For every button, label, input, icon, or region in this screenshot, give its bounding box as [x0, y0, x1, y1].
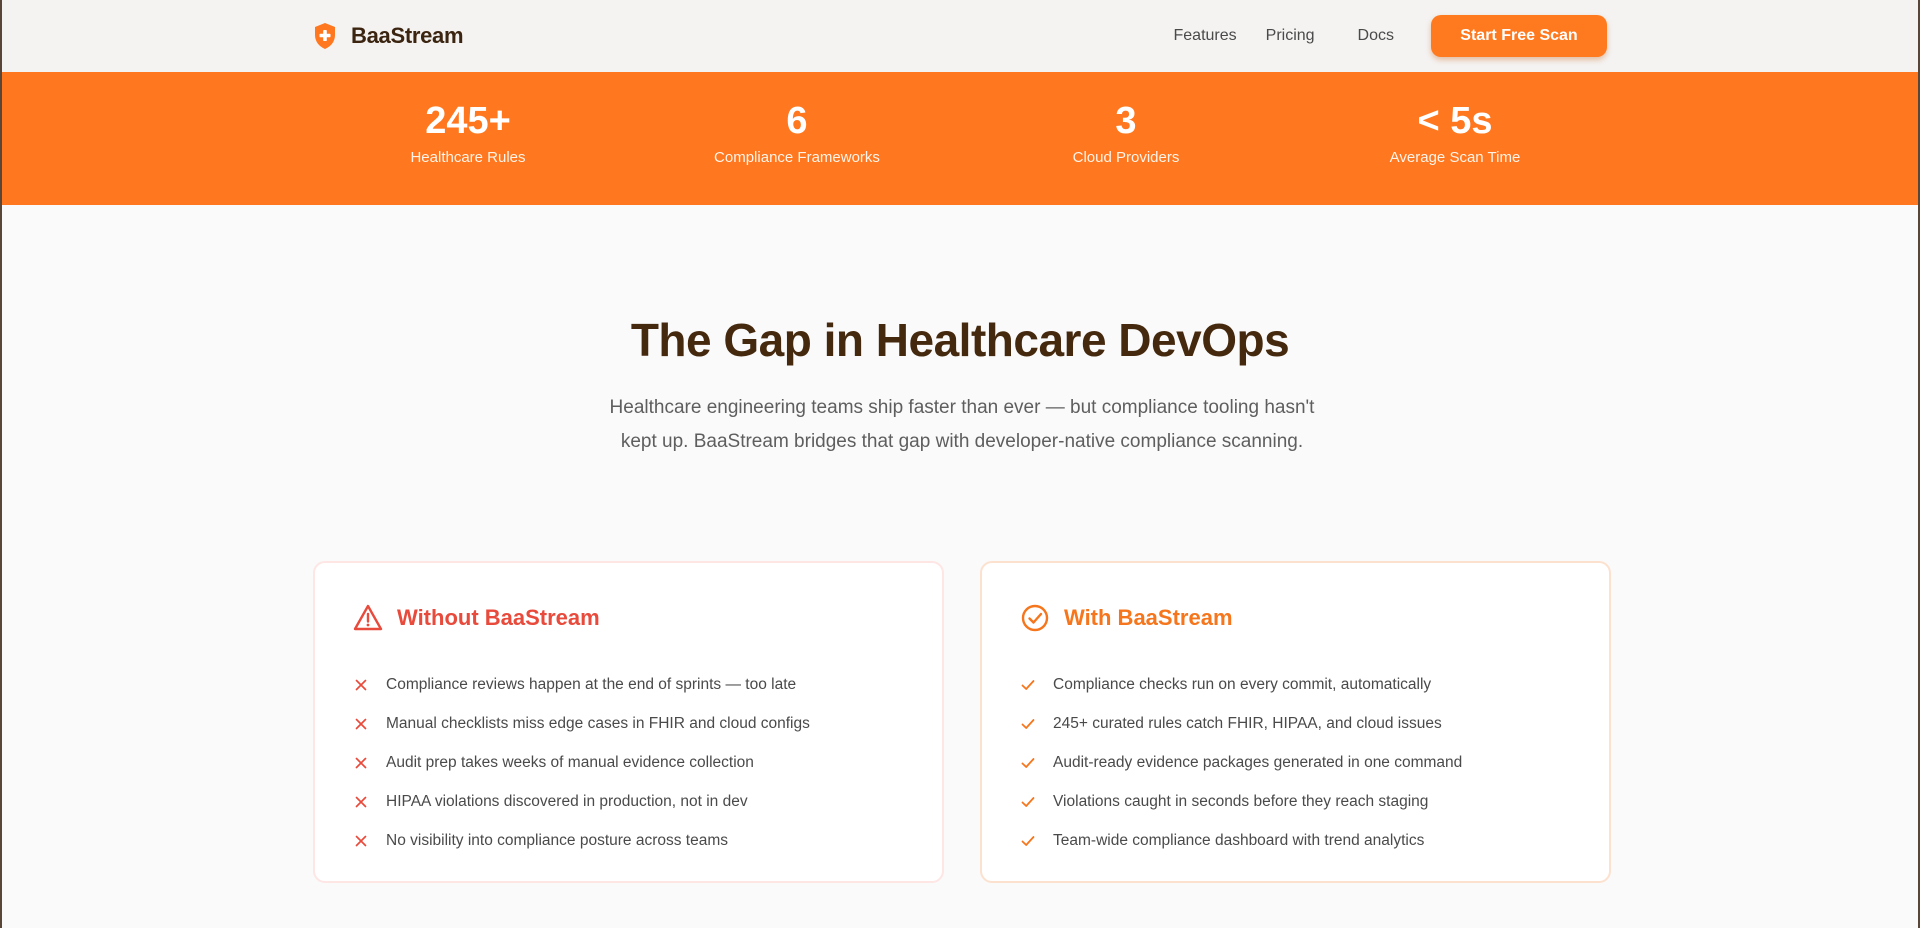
stats-band: 245+ Healthcare Rules 6 Compliance Frame…	[2, 72, 1918, 205]
x-icon	[355, 835, 367, 846]
x-icon	[355, 679, 367, 690]
start-free-scan-button[interactable]: Start Free Scan	[1431, 15, 1607, 57]
stat-label: Average Scan Time	[1389, 149, 1521, 166]
stat-cloud-providers: 3 Cloud Providers	[976, 102, 1276, 166]
stat-healthcare-rules: 245+ Healthcare Rules	[318, 102, 618, 166]
top-nav: BaaStream Features Pricing Docs Start Fr…	[2, 0, 1918, 72]
stat-value: 3	[1115, 100, 1137, 142]
without-baastream-card: Without BaaStream Compliance reviews hap…	[313, 561, 944, 883]
list-item: Violations caught in seconds before they…	[1020, 782, 1571, 821]
stat-value: 245+	[425, 100, 511, 142]
list-item-text: 245+ curated rules catch FHIR, HIPAA, an…	[1053, 714, 1442, 732]
list-item: Audit-ready evidence packages generated …	[1020, 743, 1571, 782]
with-list: Compliance checks run on every commit, a…	[1020, 665, 1571, 860]
stat-compliance-frameworks: 6 Compliance Frameworks	[647, 102, 947, 166]
nav-link-features[interactable]: Features	[1174, 27, 1237, 45]
list-item-text: Manual checklists miss edge cases in FHI…	[386, 714, 810, 732]
list-item-text: Team-wide compliance dashboard with tren…	[1053, 831, 1425, 849]
x-icon	[355, 718, 367, 729]
shield-plus-icon	[315, 23, 335, 49]
card-header: With BaaStream	[1020, 603, 1571, 633]
list-item: Compliance checks run on every commit, a…	[1020, 665, 1571, 704]
check-icon	[1021, 679, 1035, 690]
without-list: Compliance reviews happen at the end of …	[353, 665, 904, 860]
check-circle-icon	[1021, 604, 1049, 632]
section-title: The Gap in Healthcare DevOps	[630, 314, 1290, 366]
x-icon	[355, 796, 367, 807]
stat-label: Healthcare Rules	[410, 149, 526, 166]
check-icon	[1021, 796, 1035, 807]
list-item: HIPAA violations discovered in productio…	[353, 782, 904, 821]
nav-links: Features Pricing Docs Start Free Scan	[1174, 15, 1607, 57]
check-icon	[1021, 757, 1035, 768]
brand-name: BaaStream	[351, 23, 464, 48]
list-item-text: Violations caught in seconds before they…	[1053, 792, 1429, 810]
card-title: Without BaaStream	[397, 605, 600, 630]
section-subtitle: Healthcare engineering teams ship faster…	[609, 397, 1315, 452]
list-item-text: No visibility into compliance posture ac…	[386, 831, 728, 849]
list-item-text: Audit prep takes weeks of manual evidenc…	[386, 753, 754, 771]
list-item: Team-wide compliance dashboard with tren…	[1020, 821, 1571, 860]
x-icon	[355, 757, 367, 768]
check-icon	[1021, 835, 1035, 846]
card-header: Without BaaStream	[353, 603, 904, 633]
warning-triangle-icon	[353, 604, 383, 631]
list-item: 245+ curated rules catch FHIR, HIPAA, an…	[1020, 704, 1571, 743]
with-baastream-card: With BaaStream Compliance checks run on …	[980, 561, 1611, 883]
stat-label: Cloud Providers	[1072, 149, 1180, 166]
list-item: Audit prep takes weeks of manual evidenc…	[353, 743, 904, 782]
nav-link-pricing[interactable]: Pricing	[1266, 27, 1315, 45]
list-item-text: HIPAA violations discovered in productio…	[386, 792, 748, 810]
nav-link-docs[interactable]: Docs	[1358, 27, 1394, 45]
list-item-text: Compliance reviews happen at the end of …	[386, 675, 797, 693]
list-item-text: Audit-ready evidence packages generated …	[1053, 753, 1463, 771]
stat-value: 6	[786, 100, 808, 142]
check-icon	[1021, 718, 1035, 729]
list-item: Manual checklists miss edge cases in FHI…	[353, 704, 904, 743]
stat-average-scan-time: < 5s Average Scan Time	[1305, 102, 1605, 166]
list-item: Compliance reviews happen at the end of …	[353, 665, 904, 704]
brand[interactable]: BaaStream	[313, 22, 464, 50]
list-item-text: Compliance checks run on every commit, a…	[1053, 675, 1432, 693]
card-title: With BaaStream	[1064, 605, 1233, 630]
list-item: No visibility into compliance posture ac…	[353, 821, 904, 860]
stat-value: < 5s	[1417, 100, 1493, 142]
stat-label: Compliance Frameworks	[714, 149, 880, 166]
